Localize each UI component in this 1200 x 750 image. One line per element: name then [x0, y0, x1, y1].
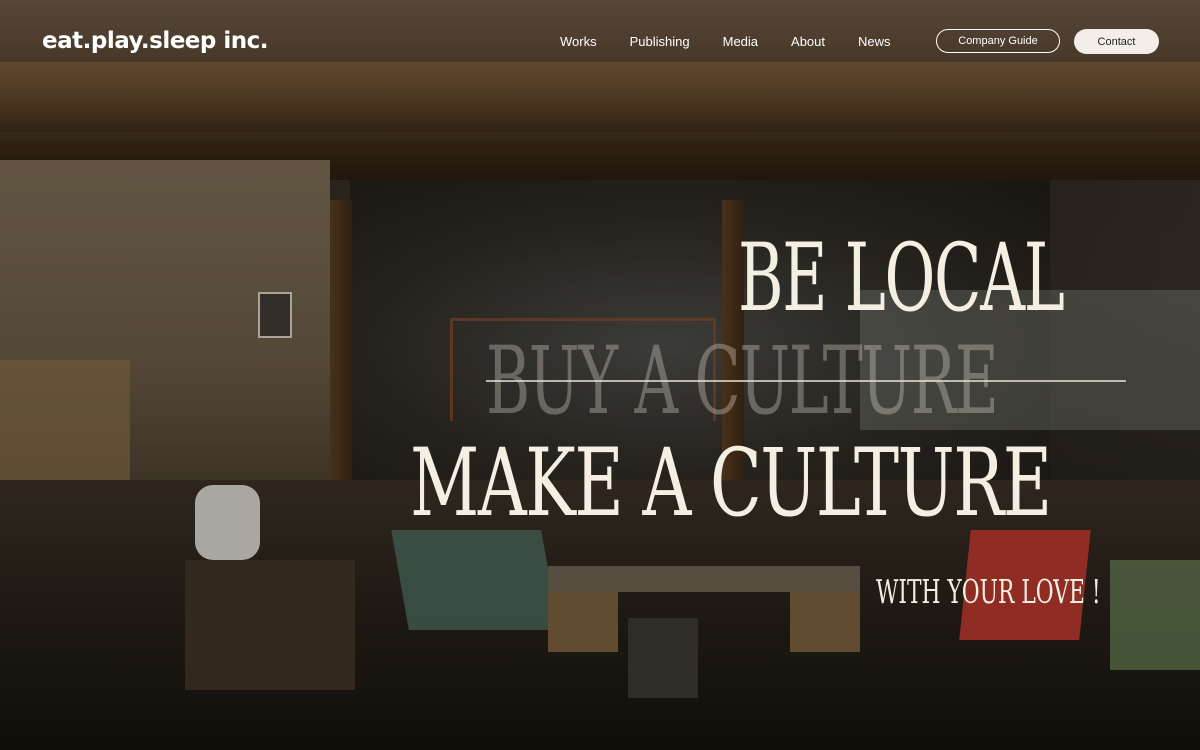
- bg-overlay: [0, 0, 1200, 750]
- site-header: eat.play.sleep inc. Works Publishing Med…: [0, 0, 1200, 84]
- nav-publishing[interactable]: Publishing: [630, 33, 690, 51]
- nav-media[interactable]: Media: [723, 33, 758, 51]
- logo[interactable]: eat.play.sleep inc.: [42, 28, 269, 54]
- nav-news[interactable]: News: [858, 33, 891, 51]
- nav-works[interactable]: Works: [560, 33, 597, 51]
- contact-button[interactable]: Contact: [1074, 29, 1159, 54]
- main-nav: Works Publishing Media About News: [560, 33, 924, 51]
- hero-section: eat.play.sleep inc. Works Publishing Med…: [0, 0, 1200, 750]
- nav-about[interactable]: About: [791, 33, 825, 51]
- company-guide-button[interactable]: Company Guide: [936, 29, 1060, 53]
